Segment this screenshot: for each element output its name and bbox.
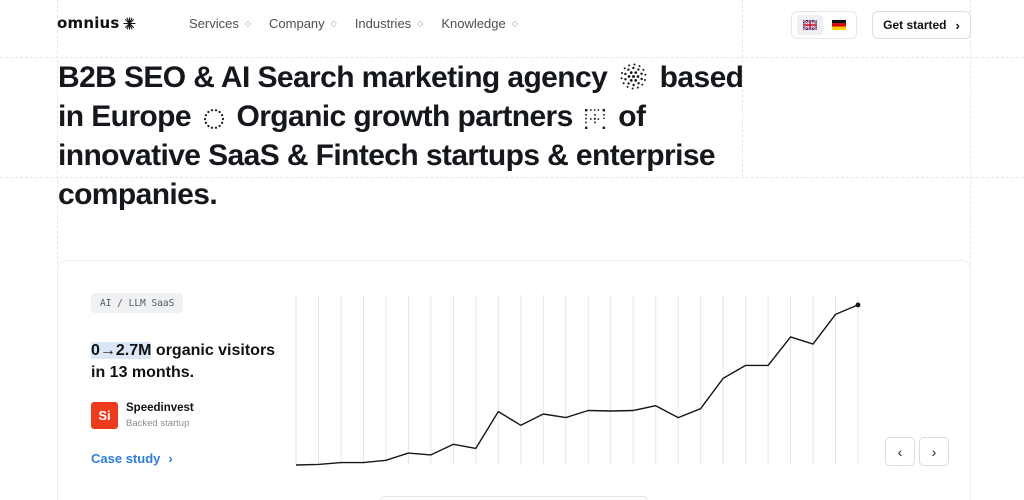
chevron-right-icon: › <box>168 451 173 466</box>
case-study-link-label: Case study <box>91 451 161 466</box>
nav-item-industries[interactable]: Industries ◇ <box>355 16 424 31</box>
chart-endpoint <box>855 302 861 308</box>
chevron-updown-icon: ◇ <box>330 19 337 28</box>
get-started-button[interactable]: Get started › <box>872 11 971 39</box>
growth-chart <box>295 295 861 466</box>
company-subtitle: Backed startup <box>126 418 190 429</box>
nav-item-label: Company <box>269 16 325 31</box>
language-switcher <box>791 11 857 39</box>
brand-burst-icon <box>122 16 136 30</box>
get-started-label: Get started <box>883 18 947 32</box>
dotted-circle-icon <box>203 109 224 129</box>
hero-text-part1: B2B SEO & AI Search marketing agency <box>58 61 608 94</box>
chevron-updown-icon: ◇ <box>511 19 518 28</box>
chevron-updown-icon: ◇ <box>417 19 424 28</box>
chevron-updown-icon: ◇ <box>244 19 252 28</box>
brand-logo[interactable]: omnius <box>57 14 136 32</box>
nav-item-label: Services <box>189 16 239 31</box>
company-logo: Si <box>91 402 118 429</box>
uk-flag-icon <box>802 20 817 30</box>
language-en-button[interactable] <box>796 15 823 35</box>
main-nav: Services ◇ Company ◇ Industries ◇ Knowle… <box>189 16 518 31</box>
hero-headline: B2B SEO & AI Search marketing agency bas… <box>58 58 748 214</box>
language-de-button[interactable] <box>826 15 852 35</box>
chevron-left-icon: ‹ <box>897 443 903 460</box>
nav-item-company[interactable]: Company ◇ <box>269 16 337 31</box>
dot-sphere-icon <box>620 63 647 90</box>
nav-item-label: Knowledge <box>441 16 506 31</box>
company-name: Speedinvest <box>126 402 194 414</box>
industry-tag: AI / LLM SaaS <box>91 293 184 313</box>
nav-item-label: Industries <box>354 16 412 31</box>
nav-item-knowledge[interactable]: Knowledge ◇ <box>441 16 517 31</box>
brand-name: omnius <box>57 14 120 32</box>
hero-text-part3: Organic growth partners <box>236 100 573 133</box>
grid-nodes-icon <box>585 109 606 129</box>
previous-slide-button[interactable]: ‹ <box>885 437 915 466</box>
case-study-link[interactable]: Case study › <box>91 451 173 466</box>
case-stat: 0→2.7M organic visitors in 13 months. <box>91 340 281 384</box>
next-slide-button[interactable]: › <box>919 437 949 466</box>
chevron-right-icon: › <box>931 443 937 460</box>
chart-series-line <box>295 304 859 466</box>
chevron-right-icon: › <box>955 17 960 33</box>
company-info: Si Speedinvest Backed startup <box>91 402 194 429</box>
bottom-pill-bar <box>380 496 648 500</box>
stat-highlight: 0→2.7M <box>91 342 152 359</box>
germany-flag-icon <box>831 20 846 30</box>
site-header: omnius Services ◇ Company ◇ Industries ◇… <box>0 0 1024 50</box>
nav-item-services[interactable]: Services ◇ <box>189 16 251 31</box>
